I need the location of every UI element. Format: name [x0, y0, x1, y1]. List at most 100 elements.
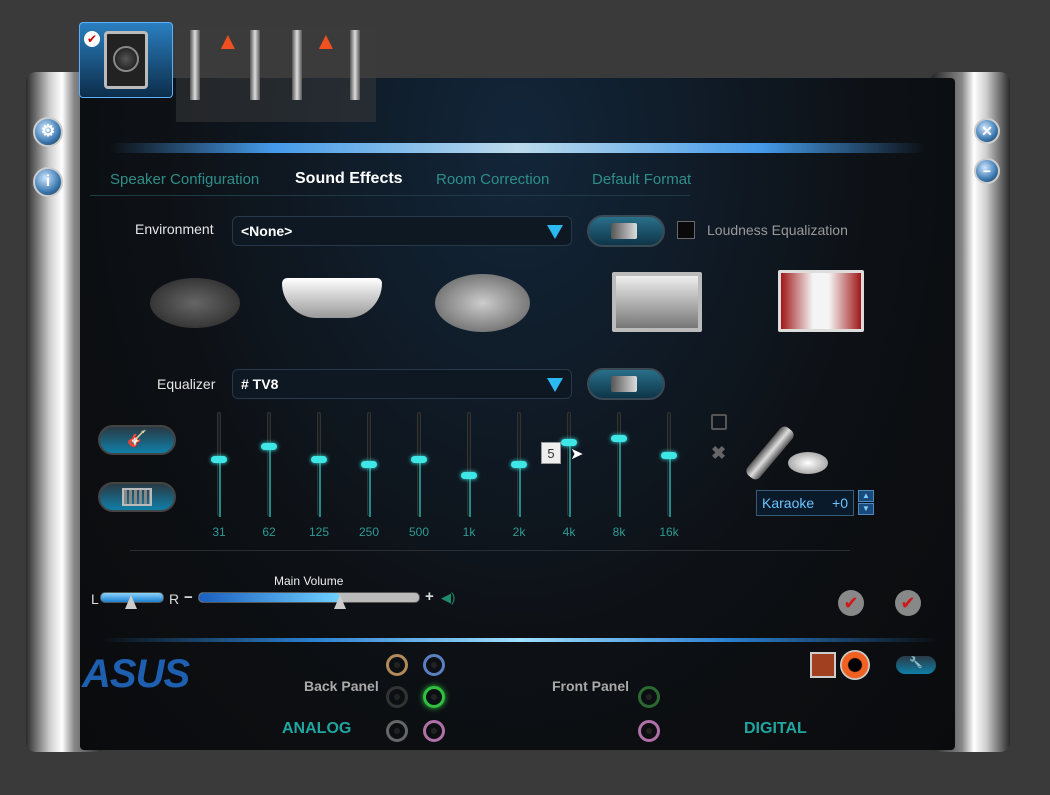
jack-pink[interactable]: [423, 720, 445, 742]
main-volume-label: Main Volume: [274, 574, 344, 588]
jack-blue[interactable]: [423, 654, 445, 676]
digital-label: DIGITAL: [744, 720, 807, 737]
theater-icon[interactable]: [778, 270, 864, 332]
close-button[interactable]: ✕: [974, 118, 1000, 144]
eq-handle[interactable]: [511, 461, 527, 468]
eq-handle[interactable]: [361, 461, 377, 468]
front-jack-green[interactable]: [638, 686, 660, 708]
eq-band-label: 125: [308, 525, 330, 539]
eq-slider-250[interactable]: [361, 412, 377, 517]
eq-handle[interactable]: [661, 451, 677, 459]
eq-band-label: 62: [262, 525, 276, 539]
eq-view-button[interactable]: [98, 482, 176, 512]
balance-slider[interactable]: [100, 592, 164, 609]
device-tab-outputs[interactable]: ▲ ▲: [176, 26, 376, 122]
chevron-down-icon: [547, 225, 563, 239]
jack-orange[interactable]: [386, 654, 408, 676]
rca-plug-icon: [190, 30, 200, 100]
eq-fill: [469, 476, 471, 517]
karaoke-value: +0: [832, 495, 848, 511]
divider: [130, 550, 850, 551]
coaxial-port-icon[interactable]: [840, 650, 870, 680]
eq-tooltip: 5: [541, 442, 561, 464]
arrow-up-icon: ▲: [216, 28, 240, 55]
main-volume-fill: [199, 593, 340, 602]
eq-slider-8k[interactable]: [611, 412, 627, 517]
box-room-icon[interactable]: [612, 272, 702, 332]
volume-plus-icon: +: [425, 588, 434, 605]
front-jack-pink[interactable]: [638, 720, 660, 742]
karaoke-up-button[interactable]: ▲: [858, 490, 874, 502]
speaker-icon: [104, 31, 148, 89]
device-tab-speakers[interactable]: ✔: [79, 22, 173, 98]
tab-sound-effects[interactable]: Sound Effects: [295, 170, 403, 188]
balance-handle[interactable]: [125, 595, 138, 609]
jack-grey[interactable]: [386, 720, 408, 742]
environment-toggle[interactable]: [587, 215, 665, 247]
wrench-settings-button[interactable]: 🔧: [896, 656, 936, 674]
eq-handle[interactable]: [211, 455, 227, 463]
stadium-icon[interactable]: [435, 274, 530, 332]
karaoke-field[interactable]: Karaoke +0: [756, 490, 854, 516]
optical-port-icon[interactable]: [810, 652, 836, 678]
settings-gear-button[interactable]: ⚙: [33, 117, 63, 147]
karaoke-down-button[interactable]: ▼: [858, 503, 874, 515]
arrow-up-icon: ▲: [314, 28, 338, 55]
header-glow: [110, 143, 925, 153]
rca-plug-icon: [292, 30, 302, 100]
eq-slider-16k[interactable]: [661, 412, 677, 517]
speaker-volume-icon[interactable]: ◀): [441, 590, 455, 606]
eq-slider-2k[interactable]: [511, 412, 527, 517]
apply-all-button[interactable]: ✔: [895, 590, 921, 616]
eq-band-label: 4k: [562, 525, 576, 539]
eq-fill: [619, 439, 621, 517]
equalizer-dropdown[interactable]: # TV8: [232, 369, 572, 399]
cursor-icon: ➤: [570, 446, 584, 463]
jack-black[interactable]: [386, 686, 408, 708]
delete-preset-icon[interactable]: ✖: [711, 443, 726, 464]
eq-handle[interactable]: [461, 472, 477, 480]
eq-handle[interactable]: [411, 455, 427, 463]
environment-value: <None>: [241, 223, 293, 239]
tab-default-format[interactable]: Default Format: [592, 171, 691, 188]
equalizer-toggle[interactable]: [587, 368, 665, 400]
loudness-checkbox[interactable]: [677, 221, 695, 239]
rca-plug-icon: [350, 30, 360, 100]
eq-slider-125[interactable]: [311, 412, 327, 517]
main-volume-slider[interactable]: [198, 592, 420, 609]
eq-slider-500[interactable]: [411, 412, 427, 517]
main-volume-handle[interactable]: [333, 595, 346, 609]
footer-glow: [100, 638, 940, 642]
apply-check-button[interactable]: ✔: [838, 590, 864, 616]
chevron-down-icon: [547, 378, 563, 392]
eq-handle[interactable]: [261, 443, 277, 451]
eq-band-label: 500: [408, 525, 430, 539]
tab-room-correction[interactable]: Room Correction: [436, 171, 549, 188]
tab-speaker-configuration[interactable]: Speaker Configuration: [110, 171, 259, 188]
stone-room-icon[interactable]: [150, 278, 240, 328]
eq-band-label: 250: [358, 525, 380, 539]
eq-slider-31[interactable]: [211, 412, 227, 517]
eq-slider-62[interactable]: [261, 412, 277, 517]
rca-plug-icon: [250, 30, 260, 100]
eq-handle[interactable]: [611, 435, 627, 442]
check-icon: ✔: [84, 31, 100, 47]
eq-band-label: 2k: [512, 525, 526, 539]
environment-dropdown[interactable]: <None>: [232, 216, 572, 246]
eq-slider-1k[interactable]: [461, 412, 477, 517]
eq-band-label: 1k: [462, 525, 476, 539]
balance-left-label: L: [91, 591, 99, 607]
spectrum-icon: [122, 488, 152, 506]
eq-handle[interactable]: [311, 455, 327, 463]
eq-slider-4k[interactable]: [561, 412, 577, 517]
jack-green[interactable]: [423, 686, 445, 708]
guitar-preset-button[interactable]: 🎸: [98, 425, 176, 455]
info-button[interactable]: i: [33, 167, 63, 197]
eq-band-label: 31: [212, 525, 226, 539]
environment-label: Environment: [135, 221, 214, 237]
minimize-button[interactable]: −: [974, 158, 1000, 184]
karaoke-label: Karaoke: [762, 495, 815, 511]
equalizer-label: Equalizer: [157, 376, 216, 392]
save-preset-icon[interactable]: [711, 414, 727, 430]
eq-fill: [269, 447, 271, 517]
